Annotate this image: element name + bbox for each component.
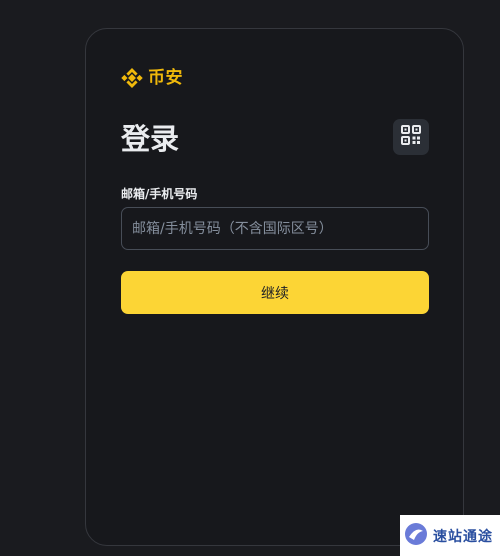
page-title: 登录 <box>121 122 180 156</box>
continue-button[interactable]: 继续 <box>121 271 429 314</box>
binance-logo-icon <box>121 67 143 89</box>
watermark: 速站通途 <box>400 515 500 556</box>
qr-login-button[interactable] <box>393 119 429 155</box>
email-phone-label: 邮箱/手机号码 <box>121 187 198 201</box>
qr-code-icon <box>400 124 422 150</box>
email-phone-input[interactable] <box>122 208 428 249</box>
brand-logo[interactable]: 币安 <box>121 65 183 91</box>
watermark-logo-icon <box>404 522 428 550</box>
brand-name: 币安 <box>148 68 183 88</box>
login-card: 币安 登录 邮箱/手机号码 邮箱/手机号码（不含国际区号） 继续 <box>85 28 464 546</box>
watermark-text: 速站通途 <box>433 528 493 545</box>
email-phone-field-wrapper <box>121 207 429 250</box>
